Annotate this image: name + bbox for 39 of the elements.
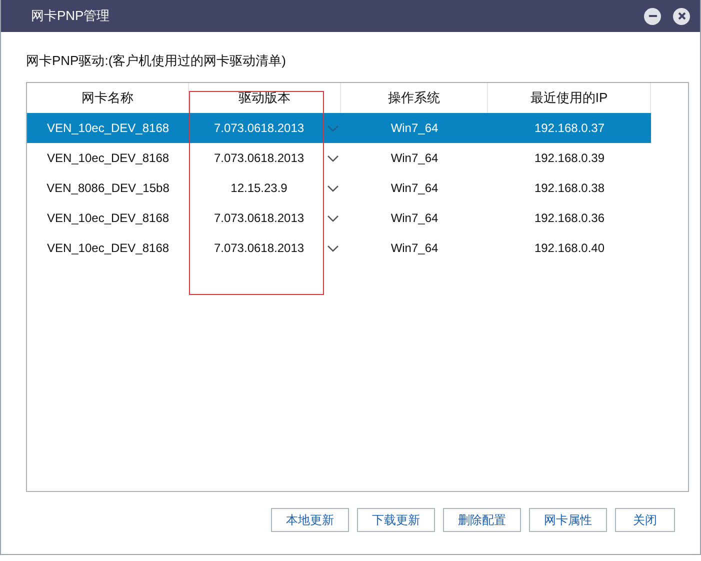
table-cell-text: VEN_10ec_DEV_8168: [46, 121, 170, 135]
table-cell-text: 192.168.0.37: [533, 121, 606, 135]
table-row[interactable]: VEN_10ec_DEV_8168 7.073.0618.2013 Win7_64 192.168.0.36: [27, 203, 688, 233]
table-cell-text: Win7_64: [390, 181, 440, 195]
action-button[interactable]: 下载更新: [357, 508, 435, 532]
table-cell-text: VEN_10ec_DEV_8168: [46, 241, 170, 255]
table-row[interactable]: VEN_10ec_DEV_8168 7.073.0618.2013 Win7_64 192.168.0.37: [27, 113, 651, 143]
dropdown-icon[interactable]: [327, 155, 339, 162]
table-cell-text: 192.168.0.36: [533, 211, 606, 225]
table-cell-text: VEN_8086_DEV_15b8: [46, 181, 170, 195]
dropdown-icon[interactable]: [327, 215, 339, 222]
table-cell-text: 192.168.0.40: [533, 241, 606, 255]
minimize-button[interactable]: [644, 8, 661, 24]
table-cell: 7.073.0618.2013: [214, 241, 304, 255]
dropdown-icon[interactable]: [327, 185, 339, 192]
table-cell-text: Win7_64: [390, 121, 440, 135]
action-button[interactable]: 删除配置: [443, 508, 521, 532]
table-cell-text: Win7_64: [390, 151, 440, 165]
table-row[interactable]: VEN_10ec_DEV_8168 7.073.0618.2013 Win7_64 192.168.0.40: [27, 233, 688, 263]
table-cell: 7.073.0618.2013: [214, 151, 304, 165]
section-label: 网卡PNP驱动:(客户机使用过的网卡驱动清单): [26, 52, 287, 70]
table-cell-text: 192.168.0.38: [533, 181, 606, 195]
table-cell-text: VEN_10ec_DEV_8168: [46, 211, 170, 225]
table-cell-text: 192.168.0.39: [533, 151, 606, 165]
table-cell-text: VEN_10ec_DEV_8168: [46, 151, 170, 165]
action-button[interactable]: 本地更新: [271, 508, 349, 532]
action-button[interactable]: 网卡属性: [529, 508, 607, 532]
table-row[interactable]: VEN_8086_DEV_15b8 12.15.23.9 Win7_64 192.168.0.38: [27, 173, 688, 203]
table-cell: 7.073.0618.2013: [214, 211, 304, 225]
action-button[interactable]: 关闭: [615, 508, 675, 532]
table-cell-text: Win7_64: [390, 211, 440, 225]
close-button[interactable]: [673, 8, 690, 24]
table-row[interactable]: VEN_10ec_DEV_8168 7.073.0618.2013 Win7_64 192.168.0.39: [27, 143, 688, 173]
table-cell: 7.073.0618.2013: [214, 121, 304, 135]
dropdown-icon[interactable]: [327, 245, 339, 252]
table-cell: 12.15.23.9: [230, 181, 288, 195]
table-cell-text: Win7_64: [390, 241, 440, 255]
close-icon: [676, 11, 686, 21]
window-title: 网卡PNP管理: [31, 7, 110, 25]
